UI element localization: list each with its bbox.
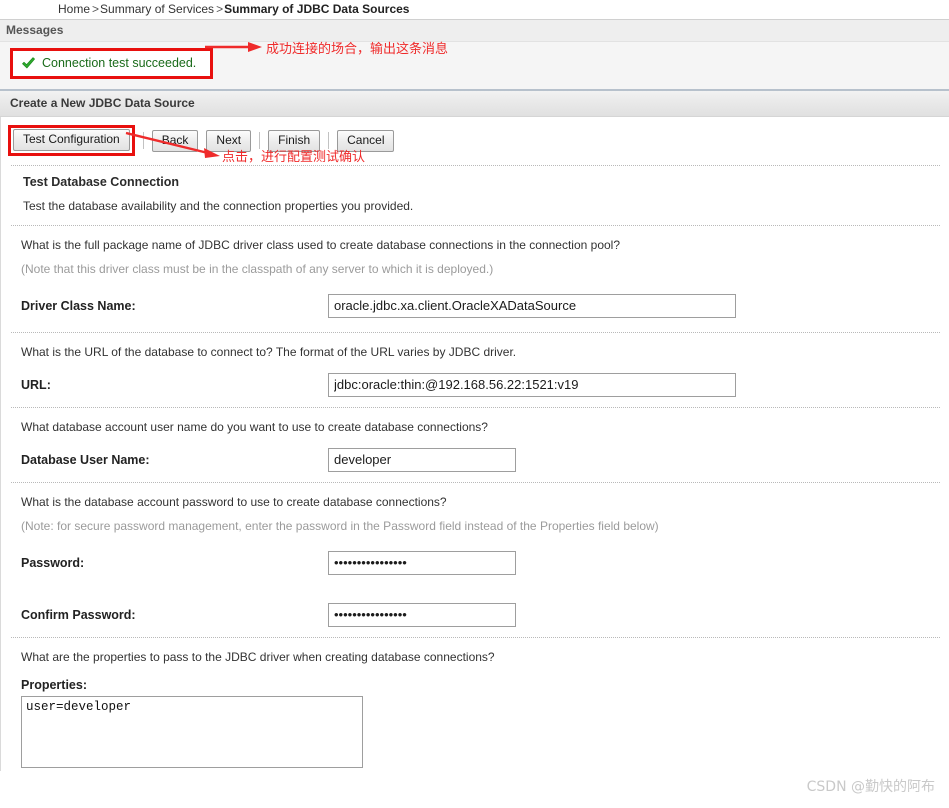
username-input[interactable] — [328, 448, 516, 472]
wizard-step-heading: Test Database Connection — [23, 175, 180, 189]
driver-class-label: Driver Class Name: — [21, 299, 136, 313]
properties-label: Properties: — [21, 678, 87, 692]
password-note: (Note: for secure password management, e… — [21, 519, 659, 533]
driver-class-row: Driver Class Name: — [1, 276, 948, 332]
driver-class-note: (Note that this driver class must be in … — [21, 262, 494, 276]
confirm-password-label: Confirm Password: — [21, 608, 136, 622]
driver-class-block: What is the full package name of JDBC dr… — [1, 226, 948, 332]
properties-textarea[interactable] — [21, 696, 363, 768]
toolbar-separator — [259, 132, 261, 149]
url-question: What is the URL of the database to conne… — [21, 345, 517, 359]
messages-header: Messages — [0, 20, 949, 42]
breadcrumb: Home >Summary of Services >Summary of JDBC… — [0, 0, 949, 19]
url-row: URL: — [1, 359, 948, 407]
breadcrumb-separator: > — [216, 2, 224, 16]
message-status-text: Connection test succeeded. — [42, 56, 197, 71]
back-button[interactable]: Back — [151, 129, 199, 152]
breadcrumb-item-home[interactable]: Home — [58, 2, 90, 16]
next-button[interactable]: Next — [206, 129, 252, 152]
properties-question: What are the properties to pass to the J… — [21, 650, 495, 664]
password-block: What is the database account password to… — [1, 483, 948, 637]
confirm-password-input[interactable] — [328, 603, 516, 627]
username-block: What database account user name do you w… — [1, 408, 948, 482]
confirm-password-row: Confirm Password: — [1, 589, 948, 637]
test-configuration-button[interactable]: Test Configuration — [13, 129, 130, 151]
cancel-button[interactable]: Cancel — [337, 129, 395, 152]
password-row: Password: — [1, 533, 948, 589]
toolbar-separator — [142, 132, 144, 149]
breadcrumb-item-current: Summary of JDBC Data Sources — [224, 2, 410, 16]
url-block: What is the URL of the database to conne… — [1, 333, 948, 407]
finish-button[interactable]: Finish — [268, 129, 321, 152]
test-configuration-highlight: Test Configuration — [8, 125, 135, 156]
wizard-content: Test Configuration Back Next Finish Canc… — [0, 117, 949, 771]
wizard-toolbar: Test Configuration Back Next Finish Canc… — [1, 117, 948, 165]
username-question: What database account user name do you w… — [21, 420, 488, 434]
wizard-step-description: Test the database availability and the c… — [23, 199, 414, 213]
watermark: CSDN @勤快的阿布 — [806, 779, 935, 795]
message-status-box: Connection test succeeded. — [10, 48, 214, 79]
username-row: Database User Name: — [1, 434, 948, 482]
url-label: URL: — [21, 378, 51, 392]
toolbar-separator — [328, 132, 330, 149]
green-check-icon — [21, 56, 36, 71]
driver-class-question: What is the full package name of JDBC dr… — [21, 238, 621, 252]
page-title: Create a New JDBC Data Source — [0, 89, 949, 117]
messages-panel: Messages Connection test succeeded. — [0, 19, 949, 89]
breadcrumb-item-summary-of-services[interactable]: Summary of Services — [100, 2, 214, 16]
password-question: What is the database account password to… — [21, 495, 447, 509]
username-label: Database User Name: — [21, 453, 150, 467]
breadcrumb-separator: > — [92, 2, 100, 16]
url-input[interactable] — [328, 373, 736, 397]
password-input[interactable] — [328, 551, 516, 575]
password-label: Password: — [21, 556, 85, 570]
driver-class-input[interactable] — [328, 294, 736, 318]
properties-block: What are the properties to pass to the J… — [1, 638, 948, 771]
